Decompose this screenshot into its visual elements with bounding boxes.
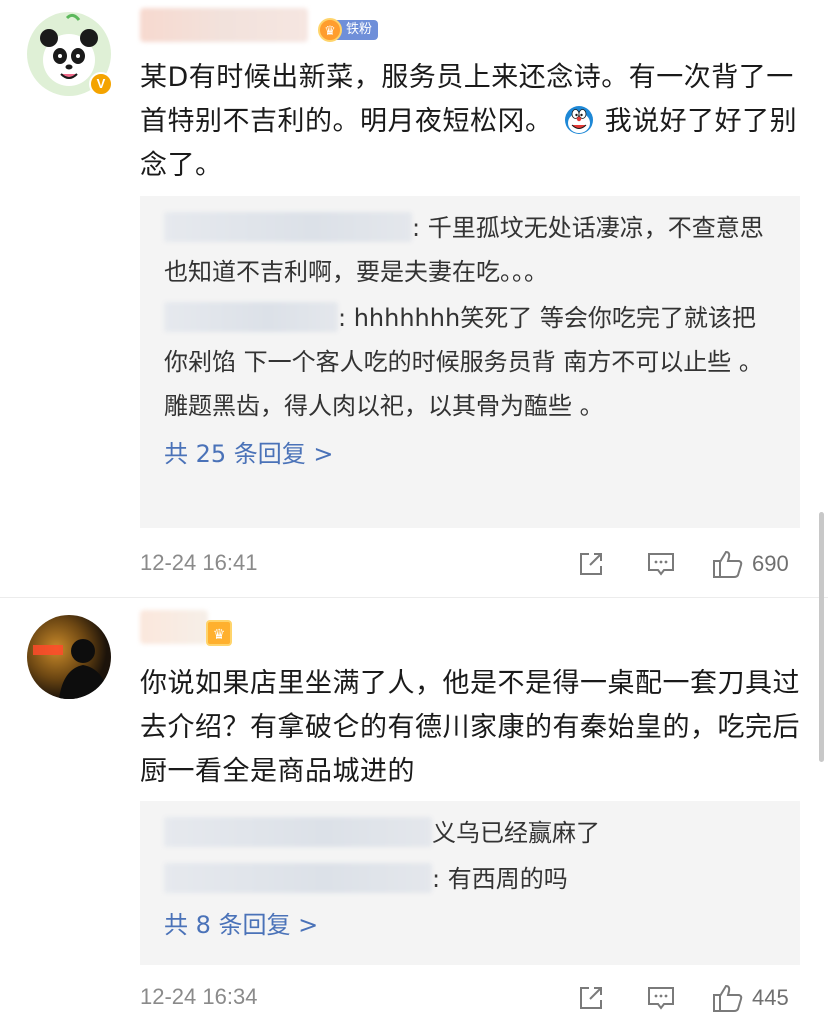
comment-meta-bar: 12-24 16:34 445 (140, 978, 800, 1018)
share-button[interactable] (576, 982, 606, 1014)
comment-item: ♛ 你说如果店里坐满了人，他是不是得一桌配一套刀具过去介绍？有拿破仑的有德川家康… (0, 598, 828, 1031)
like-count: 690 (752, 551, 789, 576)
comment-text: 某D有时候出新菜，服务员上来还念诗。有一次背了一首特别不吉利的。明月夜短松冈。 … (140, 56, 800, 188)
silhouette-avatar-icon (27, 615, 111, 699)
user-avatar[interactable] (27, 615, 111, 699)
scrollbar[interactable] (819, 512, 824, 762)
reply-username-blurred[interactable] (164, 302, 338, 332)
reply-preview-box[interactable]: 义乌已经赢麻了 : 有西周的吗 共 8 条回复 > (140, 801, 800, 965)
reply-username-blurred[interactable] (164, 817, 432, 847)
more-replies-link[interactable]: 共 25 条回复 > (164, 434, 776, 474)
like-count: 445 (752, 985, 789, 1010)
comment-timestamp: 12-24 16:34 (140, 984, 258, 1009)
fan-badge-label: 铁粉 (336, 20, 379, 40)
comment-item: V ♛ 铁粉 某D有时候出新菜，服务员上来还念诗。有一次背了一首特别不吉利的。明… (0, 0, 828, 598)
thumbs-up-icon (713, 550, 743, 578)
share-icon (580, 553, 602, 575)
reply-text: : 有西周的吗 (432, 865, 568, 893)
comment-icon (648, 987, 674, 1010)
comment-icon (648, 553, 674, 576)
reply-username-blurred[interactable] (164, 212, 412, 242)
reply-text: 义乌已经赢麻了 (432, 819, 600, 847)
comment-timestamp: 12-24 16:41 (140, 550, 258, 575)
crown-icon: ♛ (318, 18, 342, 42)
reply-item[interactable]: : 千里孤坟无处话凄凉，不查意思也知道不吉利啊，要是夫妻在吃。。。 (164, 196, 776, 294)
reply-item[interactable]: 义乌已经赢麻了 (164, 801, 776, 855)
comment-text: 你说如果店里坐满了人，他是不是得一桌配一套刀具过去介绍？有拿破仑的有德川家康的有… (140, 668, 800, 787)
reply-item[interactable]: : 有西周的吗 (164, 857, 776, 901)
crown-icon: ♛ (206, 620, 232, 646)
fan-badge: ♛ 铁粉 (318, 18, 379, 42)
like-button[interactable]: 445 (712, 982, 789, 1014)
reply-preview-box[interactable]: : 千里孤坟无处话凄凉，不查意思也知道不吉利啊，要是夫妻在吃。。。 : hhhh… (140, 196, 800, 528)
doraemon-emoji-icon (564, 106, 593, 134)
reply-item[interactable]: : hhhhhhh笑死了 等会你吃完了就该把你剁馅 下一个客人吃的时候服务员背 … (164, 296, 776, 428)
thumbs-up-icon (713, 984, 743, 1012)
username-blurred[interactable] (140, 8, 308, 42)
comment-reply-button[interactable] (646, 982, 676, 1014)
share-button[interactable] (576, 548, 606, 580)
share-icon (580, 987, 602, 1009)
comment-feed: V ♛ 铁粉 某D有时候出新菜，服务员上来还念诗。有一次背了一首特别不吉利的。明… (0, 0, 828, 1031)
reply-username-blurred[interactable] (164, 863, 432, 893)
user-avatar[interactable]: V (27, 12, 113, 96)
username-blurred[interactable] (140, 610, 208, 644)
comment-meta-bar: 12-24 16:41 690 (140, 544, 800, 584)
comment-reply-button[interactable] (646, 548, 676, 580)
verified-badge: V (89, 72, 113, 96)
like-button[interactable]: 690 (712, 548, 789, 580)
more-replies-link[interactable]: 共 8 条回复 > (164, 905, 776, 945)
